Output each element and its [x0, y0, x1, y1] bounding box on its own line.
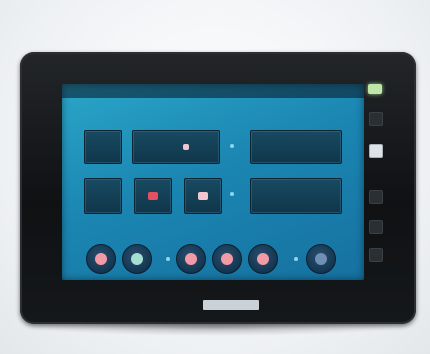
round-button-6[interactable] [306, 244, 336, 274]
round-button-6-light [315, 253, 327, 265]
side-button-5[interactable] [369, 248, 383, 262]
brand-logo [203, 300, 259, 310]
round-button-2-light [131, 253, 143, 265]
round-button-1-light [95, 253, 107, 265]
touch-screen[interactable] [62, 84, 364, 280]
side-button-1[interactable] [369, 112, 383, 126]
divider-dot-2 [230, 192, 234, 196]
round-button-5[interactable] [248, 244, 278, 274]
divider-dot-1 [230, 144, 234, 148]
tile-5-red-indicator [148, 192, 158, 200]
round-button-4[interactable] [212, 244, 242, 274]
tile-6[interactable] [184, 178, 222, 214]
divider-dot-3 [166, 257, 170, 261]
product-photo [0, 0, 430, 354]
round-button-5-light [257, 253, 269, 265]
tile-7[interactable] [250, 178, 342, 214]
status-right-items [328, 84, 358, 98]
side-button-3[interactable] [369, 190, 383, 204]
side-button-4[interactable] [369, 220, 383, 234]
tile-1[interactable] [84, 130, 122, 164]
divider-dot-4 [294, 257, 298, 261]
power-led-indicator [368, 84, 382, 94]
tile-4[interactable] [84, 178, 122, 214]
round-button-1[interactable] [86, 244, 116, 274]
round-button-4-light [221, 253, 233, 265]
tile-2-indicator [183, 144, 190, 150]
tile-3[interactable] [250, 130, 342, 164]
tile-5[interactable] [134, 178, 172, 214]
status-bar [62, 84, 364, 98]
round-button-3[interactable] [176, 244, 206, 274]
round-button-3-light [185, 253, 197, 265]
side-button-2[interactable] [369, 144, 383, 158]
tile-2[interactable] [132, 130, 220, 164]
round-button-2[interactable] [122, 244, 152, 274]
tile-6-pink-indicator [198, 192, 208, 200]
